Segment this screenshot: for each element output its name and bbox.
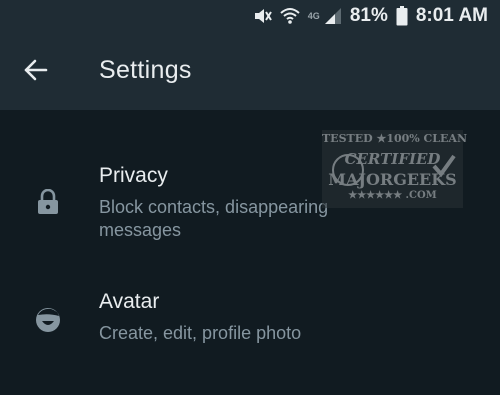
status-bar: 4G 81% 8:01 AM	[0, 0, 500, 32]
back-button[interactable]	[16, 52, 56, 92]
settings-item-subtitle: Create, edit, profile photo	[99, 323, 302, 343]
watermark-brand-text: MAJORGEEKS	[328, 170, 457, 189]
battery-icon	[396, 6, 408, 26]
settings-item-avatar[interactable]: Avatar Create, edit, profile photo	[0, 278, 500, 358]
wifi-icon	[280, 6, 300, 26]
app-bar: Settings	[0, 32, 500, 110]
status-icons: 4G 81% 8:01 AM	[252, 4, 488, 28]
battery-percent: 81%	[349, 5, 388, 26]
signal-icon	[324, 7, 342, 25]
page-title: Settings	[99, 56, 192, 84]
settings-item-title: Privacy	[99, 164, 168, 187]
watermark-bottom-text: ★★★★★★ .COM	[348, 190, 437, 201]
arrow-left-icon	[23, 57, 49, 88]
network-type-label: 4G	[307, 11, 320, 21]
majorgeeks-watermark: TESTED ★100% CLEAN CERTIFIED MAJORGEEKS …	[322, 130, 468, 208]
watermark-top-text: TESTED ★100% CLEAN	[322, 132, 468, 145]
clock: 8:01 AM	[415, 5, 488, 26]
avatar-icon	[30, 302, 66, 338]
mute-icon	[252, 6, 272, 26]
lock-icon	[30, 184, 66, 220]
settings-item-title: Avatar	[99, 290, 160, 313]
watermark-certified-text: CERTIFIED	[344, 150, 441, 168]
settings-screen: 4G 81% 8:01 AM Settings Privacy Block co…	[0, 0, 500, 395]
